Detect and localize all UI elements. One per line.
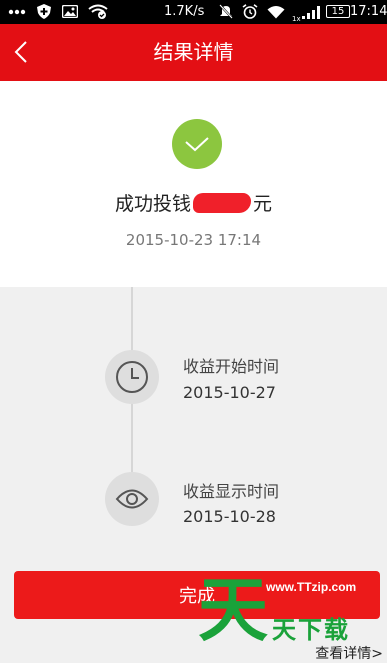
view-details-link[interactable]: 查看详情> [315, 643, 383, 663]
timeline-date-start: 2015-10-27 [183, 383, 276, 402]
network-speed: 1.7K/s [164, 4, 205, 19]
redacted-amount [193, 193, 251, 213]
timeline-label-display: 收益显示时间 [183, 482, 280, 501]
watermark-char: 天 [198, 569, 268, 651]
wifi-icon [267, 4, 285, 19]
eye-icon [105, 472, 159, 526]
alarm-icon [242, 4, 258, 19]
silent-mode-icon [218, 4, 234, 19]
battery-icon: 15 [326, 5, 350, 18]
wifi-check-icon [88, 4, 108, 19]
result-prefix: 成功投钱 [114, 193, 191, 215]
status-bar: 1.7K/s 1x 15 17:14 [0, 0, 387, 24]
notification-dots-icon [8, 4, 26, 19]
success-check-icon [172, 119, 222, 169]
page-title: 结果详情 [153, 40, 234, 64]
watermark-url: www.TTzip.com [266, 580, 357, 594]
app-bar: 结果详情 [0, 24, 387, 81]
image-icon [62, 4, 78, 19]
clock-icon [105, 350, 159, 404]
timeline-date-display: 2015-10-28 [183, 507, 276, 526]
watermark-name: 天下载 [272, 616, 350, 644]
battery-level: 15 [331, 6, 345, 17]
result-suffix: 元 [253, 193, 273, 215]
result-card: 成功投钱 元 2015-10-23 17:14 [0, 81, 387, 287]
timeline-label-start: 收益开始时间 [183, 357, 280, 376]
clock-time: 17:14 [350, 4, 387, 19]
result-message: 成功投钱 元 [0, 189, 387, 216]
signal-icon [301, 4, 323, 19]
result-datetime: 2015-10-23 17:14 [125, 231, 262, 249]
shield-icon [36, 4, 52, 19]
